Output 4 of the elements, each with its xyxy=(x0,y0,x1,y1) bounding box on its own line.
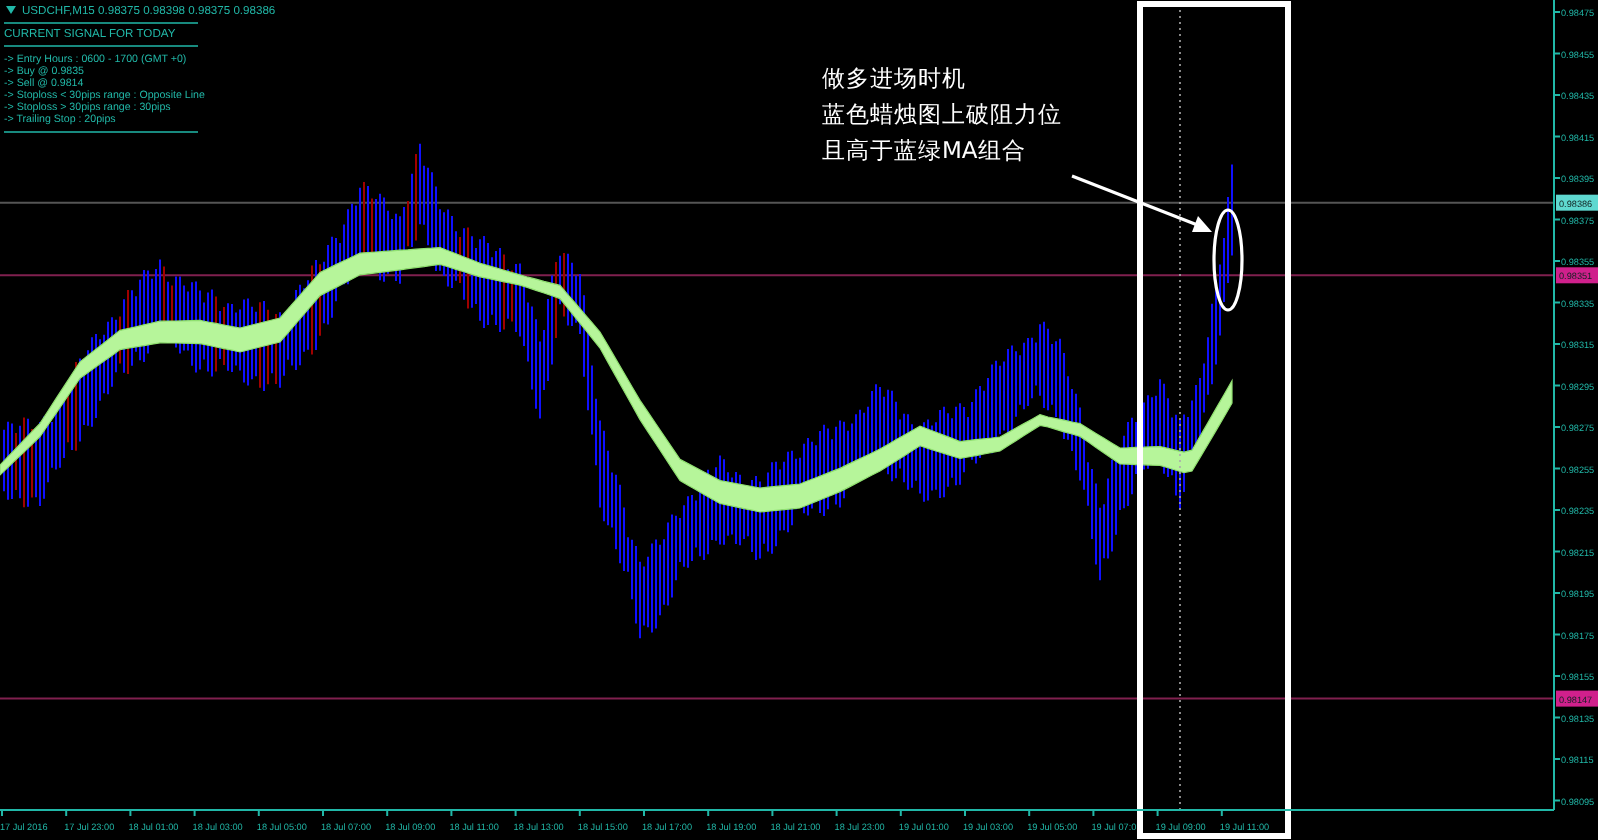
collapse-triangle-icon[interactable] xyxy=(6,6,16,14)
annotation-text: 蓝色蜡烛图上破阻力位 xyxy=(822,100,1062,128)
annotation-text: 做多进场时机 xyxy=(822,64,966,92)
annotation-text: 且高于蓝绿MA组合 xyxy=(822,136,1026,164)
